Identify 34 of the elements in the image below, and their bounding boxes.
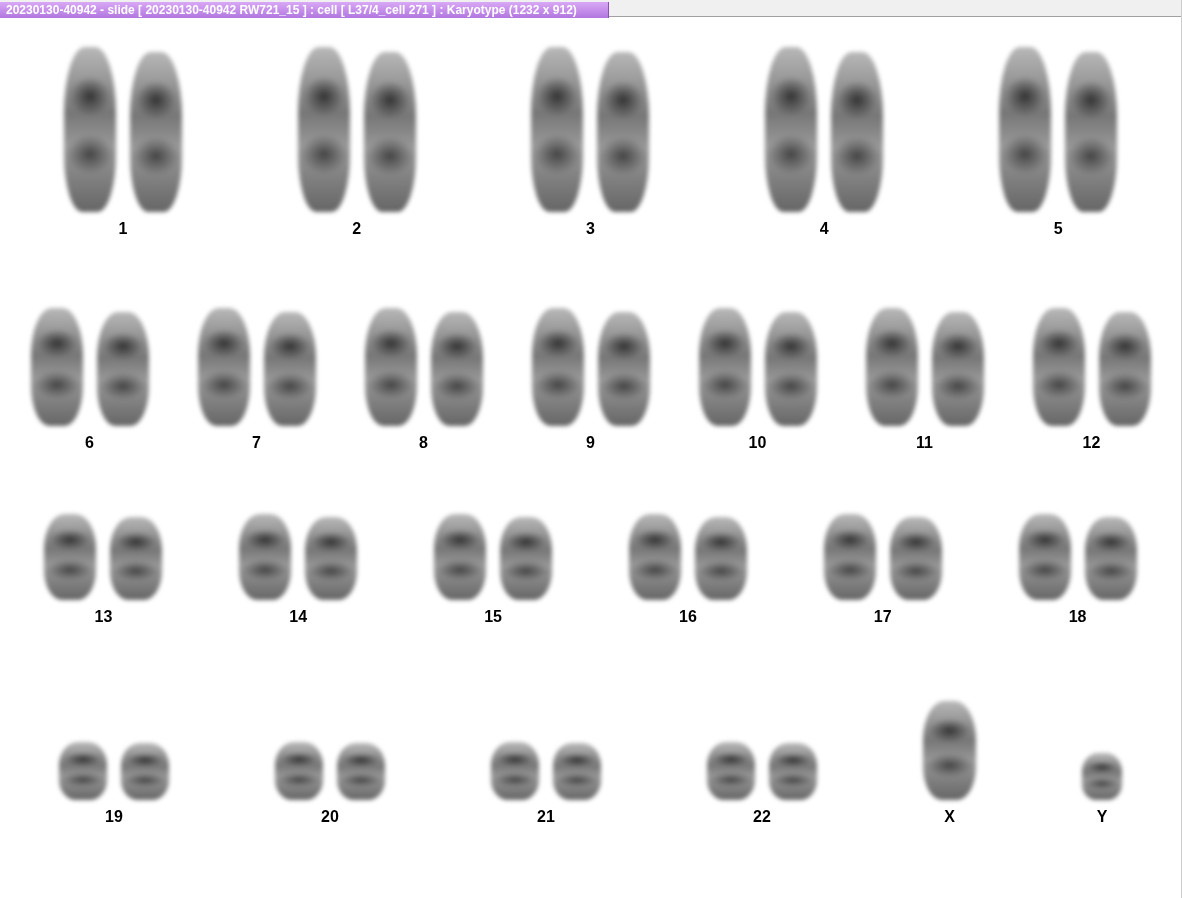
chromosome-image: [275, 741, 323, 800]
chromosome-label: 15: [484, 608, 502, 626]
chromosome-label: 20: [321, 807, 339, 826]
chromosome-label: 10: [748, 434, 767, 452]
chromosome-label: 8: [419, 434, 428, 452]
chromosome-image: [553, 743, 601, 800]
chromosome-image: [59, 741, 107, 800]
chromosome-image: [491, 741, 539, 800]
chromosome-label: 18: [1068, 608, 1087, 626]
chromosome-label: 1: [118, 220, 128, 238]
chromosome-label: 7: [252, 434, 261, 452]
chromosome-image: [121, 743, 169, 800]
chromosome-label: 16: [679, 608, 697, 626]
chromosome-image: [1082, 753, 1122, 800]
chromosome-label: Y: [1096, 807, 1108, 826]
chromosome-label: 5: [1053, 220, 1063, 238]
chromosome-label: 2: [352, 220, 362, 238]
chromosome-label: 13: [94, 608, 113, 626]
window-title: 20230130-40942 - slide [ 20230130-40942 RW721_15 ] : cell [ L37/4_cell 271 ] : Karyotype (1232 x 912): [0, 2, 609, 18]
chromosome-label: 12: [1082, 434, 1101, 452]
chromosome-label: 11: [916, 434, 933, 452]
chromosome-label: 14: [289, 608, 308, 626]
chromosome-label: X: [944, 807, 955, 826]
chromosome-label: 22: [753, 807, 771, 826]
chromosome-image: [337, 743, 385, 800]
chromosome-label: 9: [586, 434, 595, 452]
chromosome-label: 4: [819, 220, 829, 238]
chromosome-label: 19: [105, 807, 123, 826]
chromosome-label: 21: [537, 807, 555, 826]
chromosome-label: 17: [873, 608, 892, 626]
chromosome-label: 6: [85, 434, 94, 452]
chromosome-image: [707, 741, 755, 800]
chromosome-image: [769, 743, 817, 800]
chromosome-label: 3: [586, 220, 595, 238]
